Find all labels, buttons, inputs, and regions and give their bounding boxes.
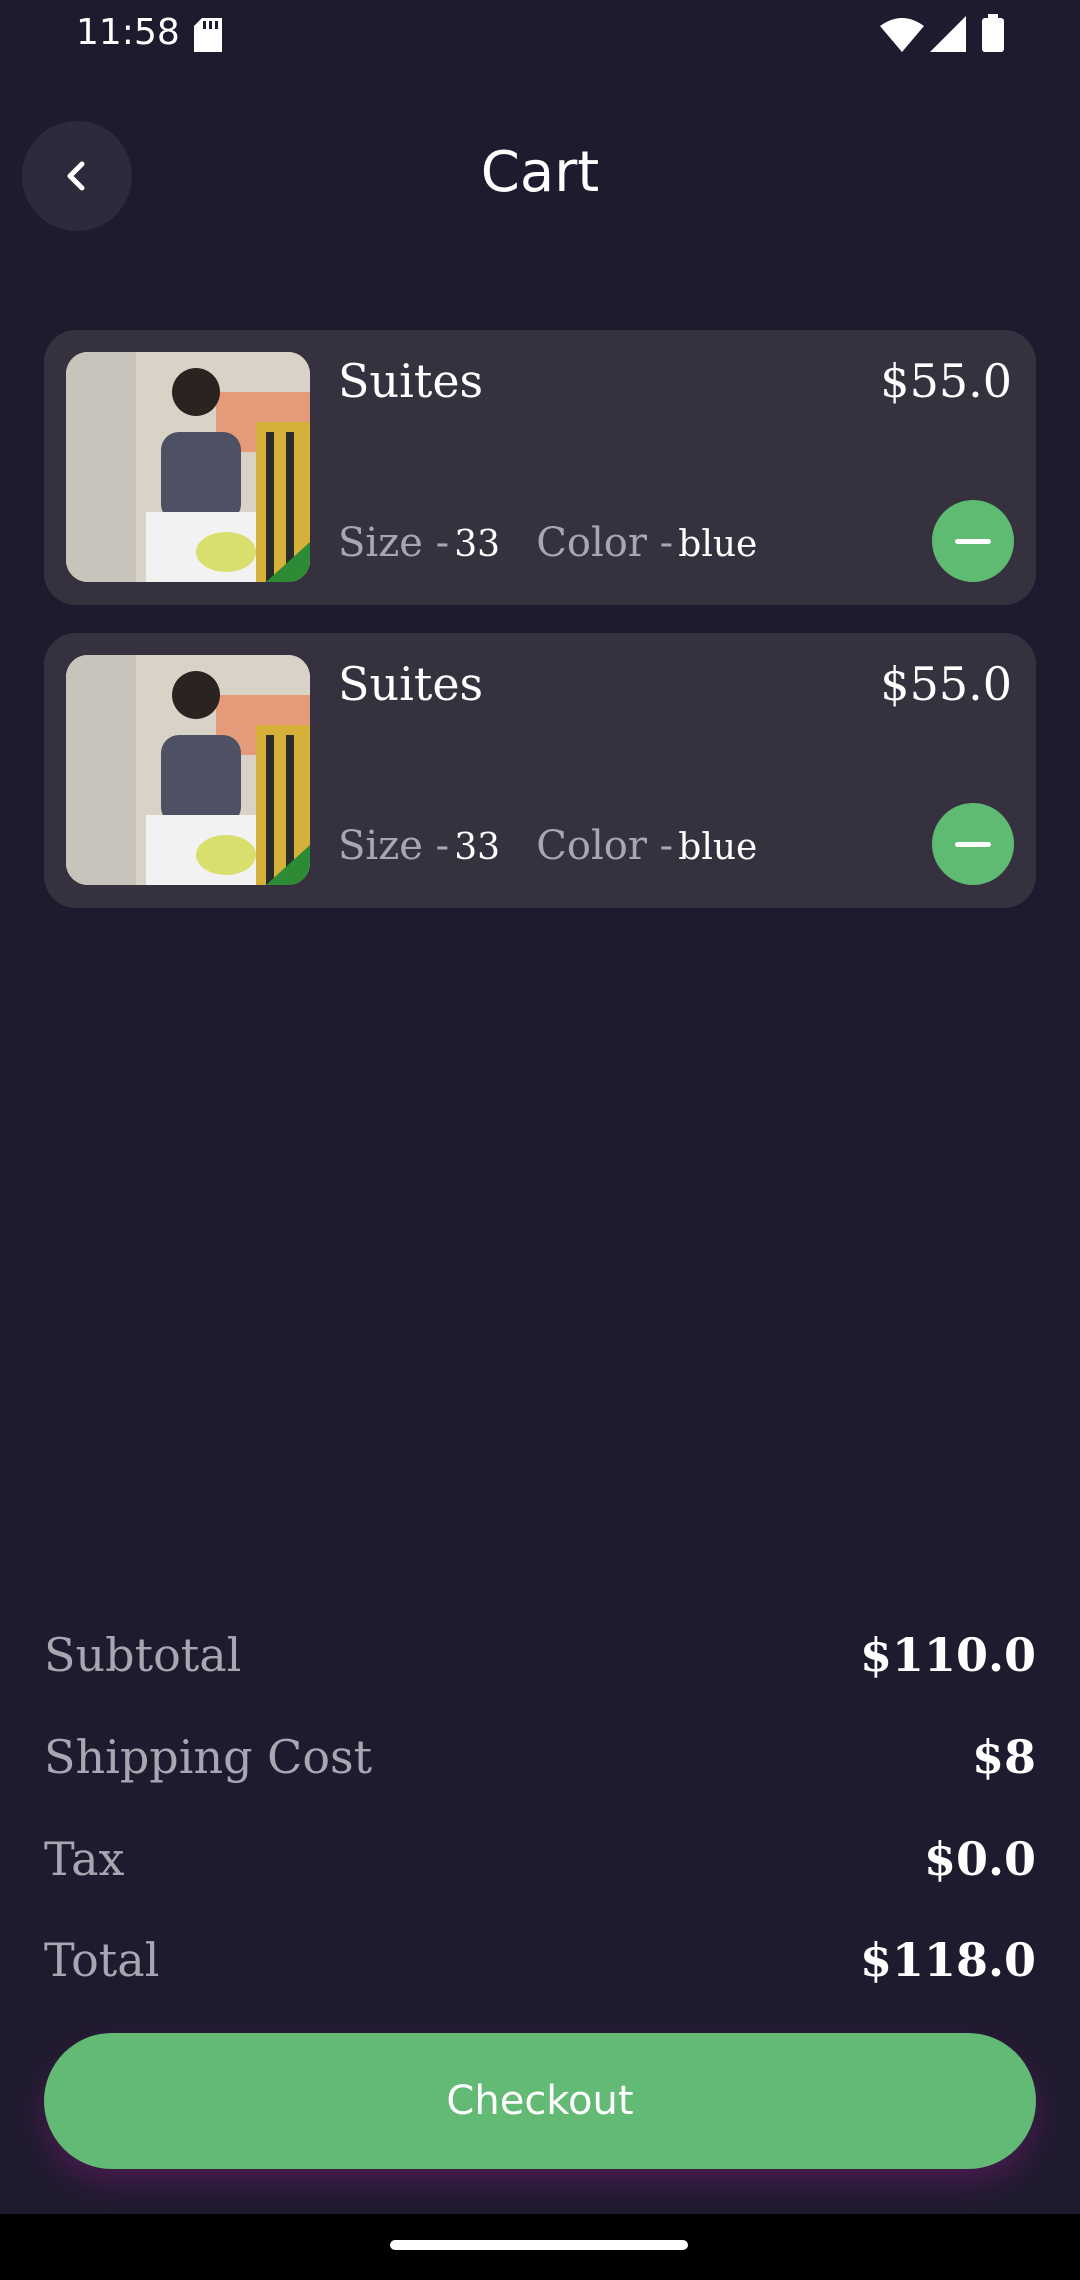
total-value: $118.0 — [859, 1933, 1036, 1987]
color-label: Color - — [536, 520, 674, 566]
sd-card-icon — [194, 18, 222, 52]
tax-value: $0.0 — [923, 1832, 1036, 1886]
item-price: $55.0 — [880, 657, 1012, 711]
subtotal-label: Subtotal — [44, 1628, 242, 1682]
item-attributes: Size - 33 Color - blue — [338, 823, 757, 869]
cart-item[interactable]: Suites $55.0 Size - 33 Color - blue — [44, 330, 1036, 605]
size-label: Size - — [338, 823, 450, 869]
page-title: Cart — [480, 140, 600, 205]
remove-item-button[interactable] — [932, 803, 1014, 885]
status-time: 11:58 — [76, 12, 180, 53]
shipping-row: Shipping Cost $8 — [44, 1730, 1036, 1800]
total-label: Total — [44, 1933, 160, 1987]
home-indicator[interactable] — [390, 2240, 688, 2250]
item-name: Suites — [338, 354, 484, 408]
cart-item[interactable]: Suites $55.0 Size - 33 Color - blue — [44, 633, 1036, 908]
wifi-icon — [880, 18, 924, 52]
color-value: blue — [678, 827, 758, 868]
remove-item-button[interactable] — [932, 500, 1014, 582]
item-price: $55.0 — [880, 354, 1012, 408]
tax-row: Tax $0.0 — [44, 1832, 1036, 1902]
item-attributes: Size - 33 Color - blue — [338, 520, 757, 566]
color-value: blue — [678, 524, 758, 565]
shipping-label: Shipping Cost — [44, 1730, 373, 1784]
tax-label: Tax — [44, 1832, 125, 1886]
size-label: Size - — [338, 520, 450, 566]
shipping-value: $8 — [971, 1730, 1036, 1784]
minus-icon — [955, 841, 991, 847]
size-value: 33 — [454, 827, 501, 868]
status-bar: 11:58 — [0, 0, 1080, 70]
subtotal-value: $110.0 — [859, 1628, 1036, 1682]
checkout-button[interactable]: Checkout — [44, 2033, 1036, 2169]
product-thumbnail — [66, 352, 310, 582]
item-name: Suites — [338, 657, 484, 711]
battery-icon — [982, 14, 1004, 52]
subtotal-row: Subtotal $110.0 — [44, 1628, 1036, 1698]
color-label: Color - — [536, 823, 674, 869]
product-thumbnail — [66, 655, 310, 885]
total-row: Total $118.0 — [44, 1933, 1036, 2003]
size-value: 33 — [454, 524, 501, 565]
minus-icon — [955, 538, 991, 544]
signal-icon — [930, 16, 966, 52]
